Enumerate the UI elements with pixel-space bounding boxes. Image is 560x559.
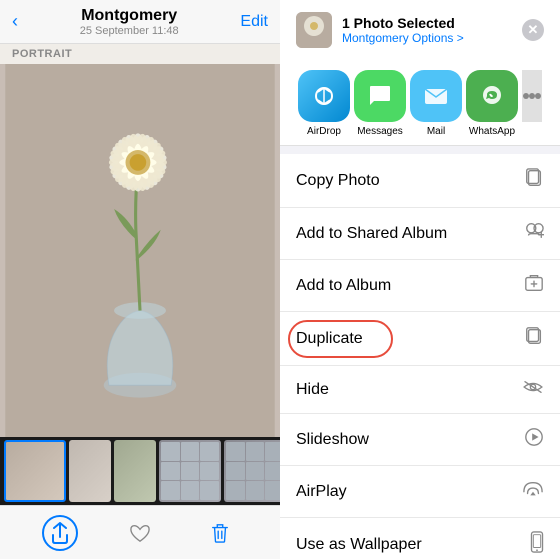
messages-icon bbox=[354, 70, 406, 122]
nav-bar: ‹ Montgomery 25 September 11:48 Edit bbox=[0, 0, 280, 44]
add-album-icon bbox=[524, 273, 544, 298]
airdrop-label: AirDrop bbox=[307, 126, 341, 137]
mail-icon bbox=[410, 70, 462, 122]
strip-thumb-1[interactable] bbox=[4, 440, 66, 502]
mail-label: Mail bbox=[427, 126, 445, 137]
close-icon: ✕ bbox=[528, 22, 539, 38]
slideshow-item[interactable]: Slideshow bbox=[280, 414, 560, 466]
back-button[interactable]: ‹ bbox=[12, 11, 18, 32]
hide-label: Hide bbox=[296, 381, 329, 399]
photo-strip bbox=[0, 437, 280, 505]
album-title: Montgomery bbox=[80, 7, 179, 25]
share-thumbnail bbox=[296, 12, 332, 48]
share-header: 1 Photo Selected Montgomery Options > ✕ bbox=[280, 0, 560, 146]
more-apps-button[interactable] bbox=[522, 70, 542, 137]
share-panel: 1 Photo Selected Montgomery Options > ✕ bbox=[280, 0, 560, 559]
share-button[interactable] bbox=[42, 515, 78, 551]
share-album-options: Montgomery Options > bbox=[342, 31, 464, 45]
photo-panel: ‹ Montgomery 25 September 11:48 Edit POR… bbox=[0, 0, 280, 559]
close-button[interactable]: ✕ bbox=[522, 19, 544, 41]
airdrop-icon bbox=[298, 70, 350, 122]
add-shared-album-label: Add to Shared Album bbox=[296, 225, 447, 243]
share-options-link[interactable]: Options > bbox=[412, 31, 464, 45]
wallpaper-item[interactable]: Use as Wallpaper bbox=[280, 518, 560, 559]
edit-button[interactable]: Edit bbox=[240, 13, 268, 31]
whatsapp-button[interactable]: WhatsApp bbox=[466, 70, 518, 137]
main-photo bbox=[0, 64, 280, 437]
hide-icon bbox=[522, 379, 544, 400]
duplicate-item[interactable]: Duplicate bbox=[280, 312, 560, 366]
copy-photo-label: Copy Photo bbox=[296, 172, 380, 190]
airplay-label: AirPlay bbox=[296, 483, 347, 501]
whatsapp-label: WhatsApp bbox=[469, 126, 515, 137]
wallpaper-icon bbox=[530, 531, 544, 558]
nav-title: Montgomery 25 September 11:48 bbox=[80, 7, 179, 37]
strip-thumb-5[interactable] bbox=[224, 440, 280, 502]
strip-thumb-4[interactable] bbox=[159, 440, 221, 502]
messages-label: Messages bbox=[357, 126, 403, 137]
share-menu: Copy Photo Add to Shared Album Add t bbox=[280, 154, 560, 559]
hide-item[interactable]: Hide bbox=[280, 366, 560, 414]
mail-button[interactable]: Mail bbox=[410, 70, 462, 137]
share-photo-info: 1 Photo Selected Montgomery Options > bbox=[296, 12, 464, 48]
app-icons-row: AirDrop Messages Mail bbox=[296, 58, 544, 145]
share-header-row: 1 Photo Selected Montgomery Options > ✕ bbox=[296, 12, 544, 48]
share-album-name: Montgomery bbox=[342, 31, 409, 45]
add-album-item[interactable]: Add to Album bbox=[280, 260, 560, 312]
favorite-button[interactable] bbox=[122, 515, 158, 551]
trash-icon bbox=[210, 522, 230, 544]
slideshow-label: Slideshow bbox=[296, 431, 369, 449]
add-album-label: Add to Album bbox=[296, 277, 391, 295]
airplay-item[interactable]: AirPlay bbox=[280, 466, 560, 518]
strip-thumb-3[interactable] bbox=[114, 440, 156, 502]
whatsapp-icon bbox=[466, 70, 518, 122]
more-apps-icon bbox=[522, 70, 542, 122]
copy-photo-item[interactable]: Copy Photo bbox=[280, 154, 560, 208]
strip-thumb-2[interactable] bbox=[69, 440, 111, 502]
share-icon bbox=[50, 522, 70, 544]
delete-button[interactable] bbox=[202, 515, 238, 551]
photo-date: 25 September 11:48 bbox=[80, 25, 179, 37]
flower-image bbox=[0, 64, 280, 437]
add-shared-album-item[interactable]: Add to Shared Album bbox=[280, 208, 560, 260]
share-count-label: 1 Photo Selected bbox=[342, 15, 464, 31]
duplicate-icon bbox=[524, 325, 544, 352]
messages-button[interactable]: Messages bbox=[354, 70, 406, 137]
portrait-label: PORTRAIT bbox=[0, 44, 280, 64]
bottom-toolbar bbox=[0, 505, 280, 559]
airplay-icon bbox=[522, 479, 544, 504]
back-chevron-icon: ‹ bbox=[12, 11, 18, 32]
copy-photo-icon bbox=[524, 167, 544, 194]
duplicate-label: Duplicate bbox=[296, 330, 363, 348]
slideshow-icon bbox=[524, 427, 544, 452]
add-shared-album-icon bbox=[524, 221, 544, 246]
heart-icon bbox=[129, 523, 151, 543]
wallpaper-label: Use as Wallpaper bbox=[296, 536, 422, 554]
airdrop-button[interactable]: AirDrop bbox=[298, 70, 350, 137]
share-info-text: 1 Photo Selected Montgomery Options > bbox=[342, 15, 464, 45]
